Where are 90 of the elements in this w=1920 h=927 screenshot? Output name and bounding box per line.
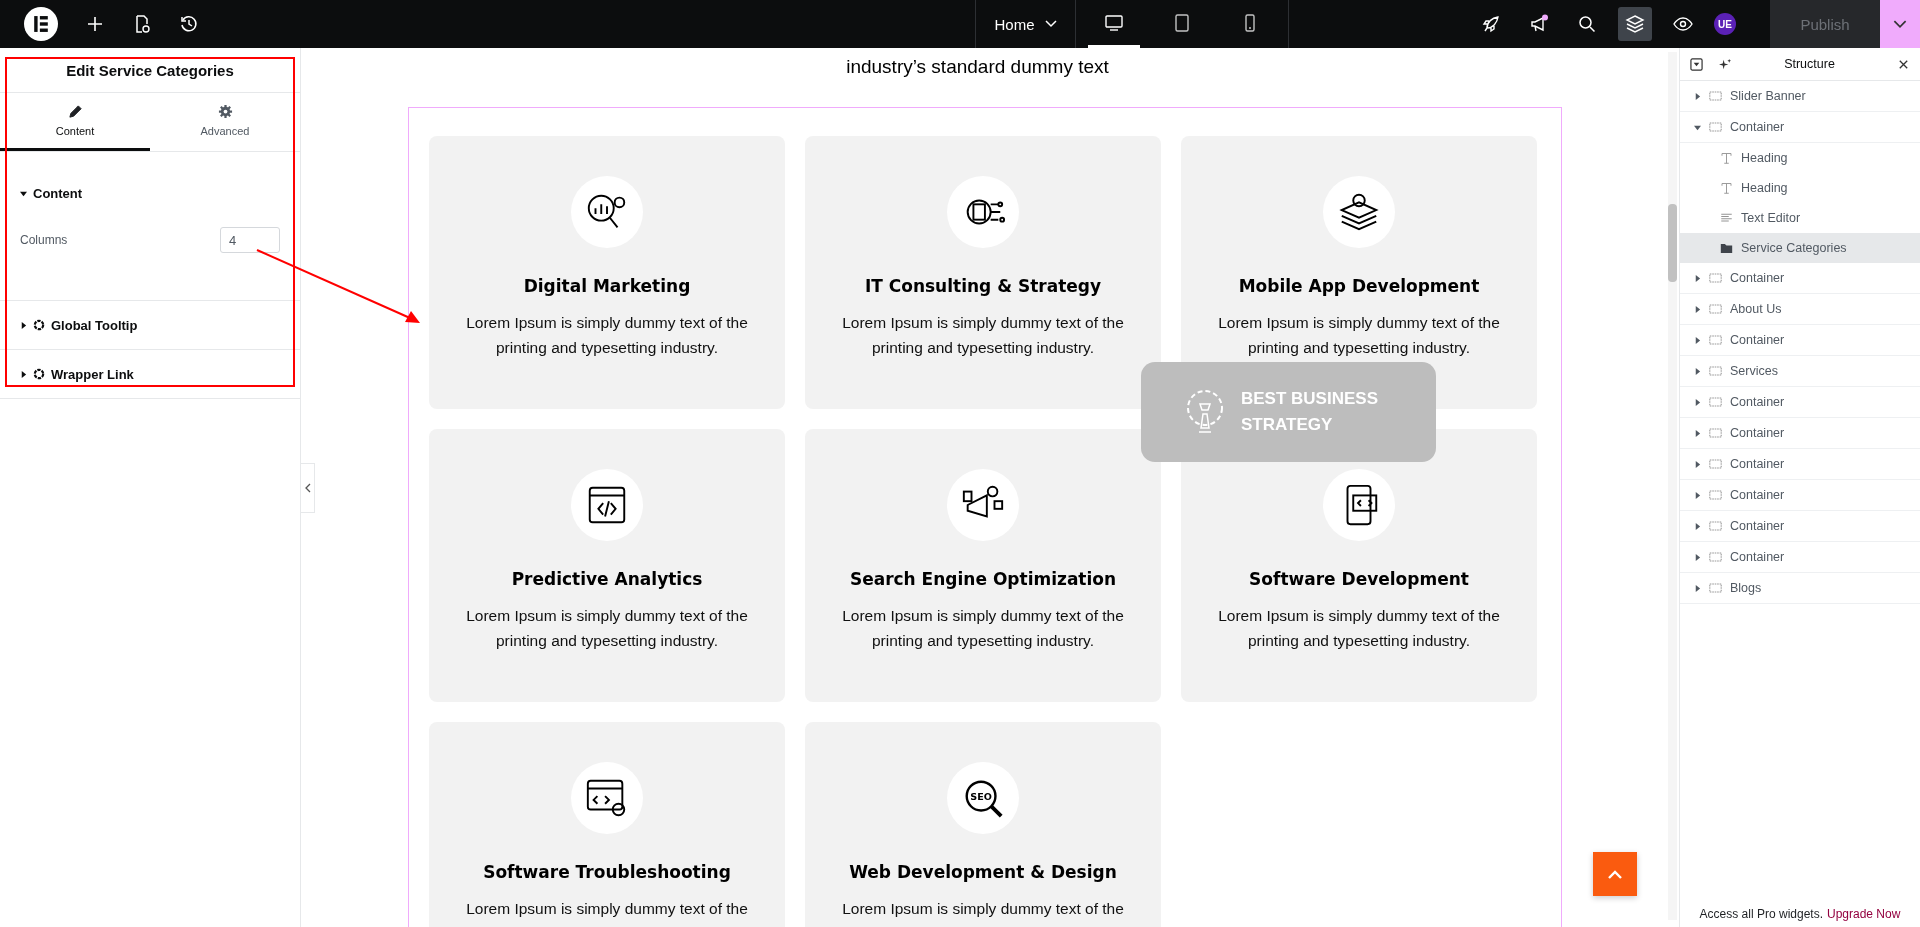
card-text: Lorem Ipsum is simply dummy text of the printing and typesetting industry. bbox=[466, 606, 748, 651]
structure-item[interactable]: Container bbox=[1680, 480, 1920, 511]
structure-item[interactable]: Heading bbox=[1680, 173, 1920, 203]
pro-ring-icon bbox=[33, 368, 45, 380]
section-header[interactable]: Wrapper Link bbox=[0, 350, 300, 398]
scrollbar[interactable] bbox=[1668, 52, 1677, 920]
container-icon bbox=[1709, 520, 1722, 532]
container-icon bbox=[1709, 272, 1722, 284]
card-title: Mobile App Development bbox=[1238, 276, 1480, 296]
gear-icon bbox=[217, 104, 233, 119]
container-icon bbox=[1709, 334, 1722, 346]
card-text: Lorem Ipsum is simply dummy text of the printing and typesetting industry. bbox=[1218, 606, 1500, 651]
container-icon bbox=[1709, 551, 1722, 563]
collapse-icon[interactable] bbox=[1690, 57, 1703, 71]
container-icon bbox=[1709, 582, 1722, 594]
container-icon bbox=[1709, 458, 1722, 470]
layers-button[interactable] bbox=[1618, 7, 1652, 41]
heading-icon bbox=[1720, 152, 1733, 164]
panel-title: Edit Service Categories bbox=[0, 48, 300, 93]
structure-item[interactable]: Text Editor bbox=[1680, 203, 1920, 233]
structure-item[interactable]: Container bbox=[1680, 542, 1920, 573]
container-icon bbox=[1709, 303, 1722, 315]
card-title: Predictive Analytics bbox=[511, 569, 703, 589]
card-title: Web Development & Design bbox=[849, 862, 1117, 882]
caret-icon bbox=[1893, 19, 1907, 29]
columns-input[interactable]: 4 bbox=[220, 227, 280, 253]
structure-item[interactable]: Container bbox=[1680, 511, 1920, 542]
layers-icon bbox=[1625, 14, 1645, 34]
folder-icon bbox=[1720, 242, 1733, 254]
structure-item[interactable]: Container bbox=[1680, 418, 1920, 449]
structure-item[interactable]: Blogs bbox=[1680, 573, 1920, 604]
panel-tab[interactable]: Content bbox=[0, 93, 150, 151]
rocket-icon bbox=[1481, 14, 1501, 34]
card-title: Software Development bbox=[1249, 569, 1469, 589]
plus-icon[interactable] bbox=[85, 14, 105, 34]
container-icon bbox=[1709, 121, 1722, 133]
card-title: Digital Marketing bbox=[523, 276, 691, 296]
field-label: Columns bbox=[20, 233, 68, 247]
chevron-left-icon bbox=[304, 483, 311, 493]
text-lines-icon bbox=[1720, 212, 1733, 224]
logo-icon[interactable] bbox=[24, 7, 58, 41]
container-icon bbox=[1709, 427, 1722, 439]
card-text: Lorem Ipsum is simply dummy text of the printing and typesetting industry. bbox=[842, 313, 1124, 358]
card-text: Lorem Ipsum is simply dummy text of the printing and typesetting industry. bbox=[1218, 313, 1500, 358]
selected-container[interactable] bbox=[408, 107, 1562, 927]
card-text: Lorem Ipsum is simply dummy text of the bbox=[842, 899, 1124, 919]
user-avatar[interactable]: UE bbox=[1714, 13, 1736, 35]
megaphone-icon bbox=[1529, 14, 1549, 34]
container-icon bbox=[1709, 365, 1722, 377]
container-icon bbox=[1709, 489, 1722, 501]
card-title: Search Engine Optimization bbox=[849, 569, 1117, 589]
promo-text: Access all Pro widgets. bbox=[1699, 907, 1823, 921]
structure-item[interactable]: About Us bbox=[1680, 294, 1920, 325]
chevron-up-icon bbox=[1608, 869, 1622, 879]
history-icon[interactable] bbox=[179, 14, 199, 34]
card-text: Lorem Ipsum is simply dummy text of the printing and typesetting industry. bbox=[842, 606, 1124, 651]
structure-item[interactable]: Container bbox=[1680, 263, 1920, 294]
upgrade-link[interactable]: Upgrade Now bbox=[1827, 907, 1901, 921]
search-icon bbox=[1577, 14, 1597, 34]
intro-text: industry’s standard dummy text bbox=[845, 56, 1110, 79]
structure-item[interactable]: Slider Banner bbox=[1680, 81, 1920, 112]
container-icon bbox=[1709, 396, 1722, 408]
structure-item[interactable]: Services bbox=[1680, 356, 1920, 387]
heading-icon bbox=[1720, 182, 1733, 194]
card-text: Lorem Ipsum is simply dummy text of the bbox=[466, 899, 748, 919]
caret-icon bbox=[20, 189, 27, 197]
panel-tab[interactable]: Advanced bbox=[150, 93, 300, 151]
section-header[interactable]: Content bbox=[0, 152, 300, 220]
banner-title: BEST BUSINESS STRATEGY bbox=[1241, 388, 1379, 436]
caret-icon bbox=[1044, 20, 1057, 28]
eye-icon bbox=[1673, 14, 1693, 34]
pencil-icon bbox=[67, 104, 83, 119]
card-text: Lorem Ipsum is simply dummy text of the printing and typesetting industry. bbox=[466, 313, 748, 358]
structure-item[interactable]: Container bbox=[1680, 449, 1920, 480]
structure-item[interactable]: Container bbox=[1680, 112, 1920, 143]
caret-icon bbox=[20, 321, 27, 329]
container-icon bbox=[1709, 90, 1722, 102]
chess-gear-icon bbox=[1185, 388, 1225, 436]
structure-item[interactable]: Container bbox=[1680, 387, 1920, 418]
structure-item[interactable]: Container bbox=[1680, 325, 1920, 356]
section-header[interactable]: Global Tooltip bbox=[0, 301, 300, 349]
sparkle-icon[interactable] bbox=[1719, 57, 1732, 71]
pro-ring-icon bbox=[33, 319, 45, 331]
card-title: IT Consulting & Strategy bbox=[864, 276, 1102, 296]
card-title: Software Troubleshooting bbox=[483, 862, 731, 882]
structure-title: Structure bbox=[1783, 57, 1836, 71]
structure-item[interactable]: Heading bbox=[1680, 143, 1920, 173]
desktop-icon bbox=[1103, 12, 1124, 33]
structure-item[interactable]: Service Categories bbox=[1680, 233, 1920, 263]
caret-icon bbox=[20, 370, 27, 378]
